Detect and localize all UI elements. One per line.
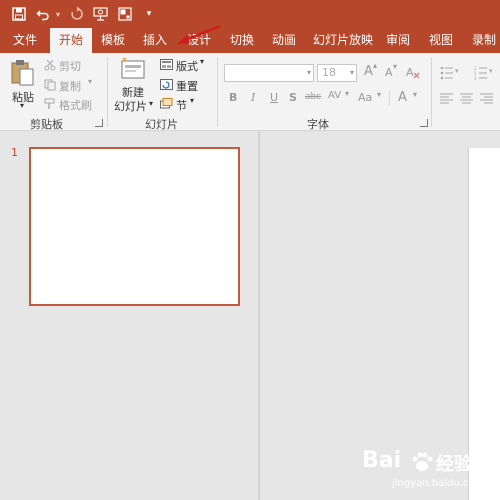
tab-view[interactable]: 视图 [423,28,459,53]
grow-font-caret-icon: ▴ [373,61,378,70]
slides-group-label: 幻灯片 [145,118,178,131]
paste-button[interactable]: 粘贴 ▾ [8,59,38,111]
tab-transitions[interactable]: 切换 [224,28,260,53]
shadow-button[interactable]: S [289,91,297,104]
align-right-icon[interactable] [480,93,494,105]
font-name-combo[interactable]: ▾ [224,64,314,82]
slide-number: 1 [11,146,18,159]
copy-caret-icon[interactable]: ▾ [88,77,92,86]
save-icon[interactable] [8,3,30,25]
format-painter-label: 格式刷 [59,99,92,112]
copy-label: 复制 [59,80,81,93]
font-size-value: 18 [322,66,336,79]
reset-icon [160,79,173,90]
font-color-caret-icon[interactable]: ▾ [413,90,417,99]
font-launcher-icon[interactable] [420,119,428,127]
section-label: 节 [176,99,187,112]
bold-button[interactable]: B [229,91,237,104]
tab-insert[interactable]: 插入 [137,28,173,53]
change-case-caret-icon[interactable]: ▾ [377,90,381,99]
align-left-icon[interactable] [440,93,454,105]
cut-button[interactable]: 剪切 [44,57,94,73]
font-group-label: 字体 [307,118,329,131]
layout-button[interactable]: 版式 ▾ [160,57,208,73]
clipboard-group-label: 剪贴板 [30,118,63,131]
paste-caret-icon[interactable]: ▾ [20,101,24,110]
strikethrough-button[interactable]: abc [305,92,321,102]
section-caret-icon[interactable]: ▾ [190,96,194,105]
section-icon [160,98,173,109]
redo-icon[interactable] [66,3,88,25]
tab-slideshow[interactable]: 幻灯片放映 [310,28,376,53]
tab-home[interactable]: 开始 [50,28,92,53]
tab-review[interactable]: 审阅 [380,28,416,53]
reset-button[interactable]: 重置 [160,77,204,93]
layout-caret-icon[interactable]: ▾ [200,57,204,66]
numbering-icon[interactable]: 1 2 3 ▾ [474,66,496,80]
svg-text:▾: ▾ [455,67,459,75]
font-divider [389,91,390,105]
layout-icon [160,59,173,70]
layout-label: 版式 [176,60,198,73]
quick-access-toolbar: ▾ ▾ [0,0,500,28]
format-painter-button[interactable]: 格式刷 [44,96,96,112]
touch-mode-icon[interactable] [114,3,136,25]
watermark-url: jingyan.baidu.com [392,478,485,489]
group-divider [431,57,432,127]
format-painter-icon [44,98,55,109]
annotation-arrow-icon [177,24,221,44]
svg-text:3: 3 [474,76,477,80]
svg-text:A: A [406,66,414,79]
paste-icon [11,60,34,86]
align-center-icon[interactable] [460,93,474,105]
tab-record[interactable]: 录制 [466,28,500,53]
shrink-font-caret-icon: ▾ [393,62,398,71]
grow-font-button[interactable]: A [364,64,373,79]
new-slide-icon [121,57,145,79]
font-size-combo[interactable]: 18 ▾ [317,64,357,82]
font-size-dropdown-icon[interactable]: ▾ [350,65,354,81]
undo-caret-icon[interactable]: ▾ [56,10,64,19]
bullets-icon[interactable]: ▾ [440,66,462,80]
copy-icon [44,79,56,91]
tab-animations[interactable]: 动画 [266,28,302,53]
italic-button[interactable]: I [251,91,255,104]
undo-icon[interactable] [32,3,54,25]
shrink-font-button[interactable]: A [385,66,393,79]
clear-formatting-icon[interactable]: A [405,64,421,80]
ribbon-tabs: 文件 开始 模板 插入 设计 切换 动画 幻灯片放映 审阅 视图 录制 [0,28,500,79]
new-slide-caret-icon[interactable]: ▾ [149,99,153,108]
svg-text:▾: ▾ [489,67,493,75]
new-slide-button[interactable]: 新建 幻灯片 ▾ [112,57,156,113]
slide-editing-pane [260,131,500,500]
group-divider [217,57,218,127]
cut-label: 剪切 [59,60,81,73]
customize-caret-icon[interactable]: ▾ [138,3,160,25]
ribbon-home: 粘贴 ▾ 剪切 复制 ▾ 格式刷 剪贴板 新建 幻灯片 ▾ 版式 ▾ 重置 节 … [0,53,500,131]
character-spacing-caret-icon[interactable]: ▾ [345,89,349,98]
reset-label: 重置 [176,80,198,93]
clipboard-launcher-icon[interactable] [95,119,103,127]
font-name-dropdown-icon[interactable]: ▾ [307,65,311,81]
tab-template[interactable]: 模板 [95,28,131,53]
baidu-paw-icon [412,452,433,471]
section-button[interactable]: 节 ▾ [160,96,204,112]
copy-button[interactable]: 复制 ▾ [44,77,98,93]
powerpoint-window: ▾ ▾ 文件 开始 模板 插入 设计 切换 动画 幻灯片放映 审阅 视图 录制 [0,0,500,500]
start-from-beginning-icon[interactable] [90,3,112,25]
baidu-watermark: Bai 经验 jingyan.baidu.com [362,446,500,496]
font-color-button[interactable]: A [398,90,407,105]
slide-thumbnail[interactable] [29,147,240,306]
underline-button[interactable]: U [270,91,278,104]
scissors-icon [44,59,56,71]
tab-file[interactable]: 文件 [8,28,42,53]
watermark-jingyan: 经验 [436,454,472,475]
new-slide-label-line2: 幻灯片 [114,100,147,113]
change-case-button[interactable]: Aa [358,91,372,104]
group-divider [107,57,108,127]
character-spacing-button[interactable]: AV [328,90,341,101]
watermark-brand: Bai [362,448,402,473]
